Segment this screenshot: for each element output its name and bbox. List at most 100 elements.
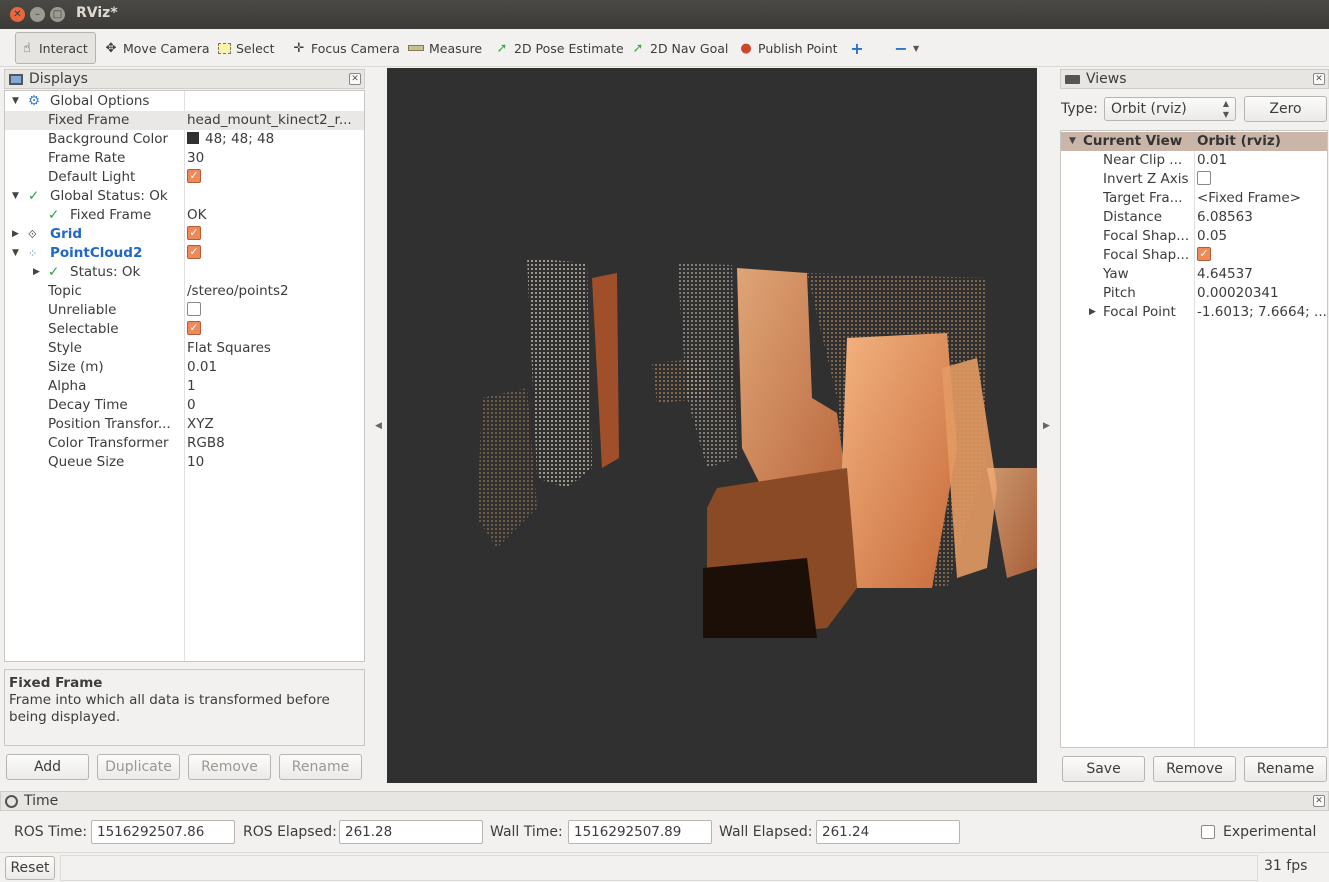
experimental-checkbox[interactable]	[1201, 825, 1215, 839]
select-tool-button[interactable]: Select	[214, 32, 279, 64]
zero-button[interactable]: Zero	[1244, 96, 1327, 122]
unreliable-checkbox[interactable]	[187, 302, 201, 316]
add-display-button[interactable]: Add	[6, 754, 89, 780]
tree-row-background-color[interactable]: Background Color 48; 48; 48	[5, 130, 364, 149]
wall-elapsed-label: Wall Elapsed:	[719, 824, 813, 840]
expand-arrow-icon[interactable]: ▼	[12, 92, 19, 111]
tree-row-global-status[interactable]: ▼ ✓ Global Status: Ok	[5, 187, 364, 206]
grid-enabled-checkbox[interactable]: ✓	[187, 226, 201, 240]
selectable-checkbox[interactable]: ✓	[187, 321, 201, 335]
check-icon: ✓	[48, 264, 60, 280]
window-close-button[interactable]: ✕	[10, 7, 25, 22]
expand-arrow-icon[interactable]: ▼	[12, 187, 19, 206]
tree-row-pitch[interactable]: Pitch 0.00020341	[1061, 284, 1327, 303]
wall-elapsed-field[interactable]: 261.24	[816, 820, 960, 844]
pointcloud-icon: ⁘	[28, 247, 38, 260]
window-minimize-button[interactable]: –	[30, 7, 45, 22]
collapse-left-icon[interactable]: ◀	[375, 421, 382, 431]
nav-goal-tool-button[interactable]: ➚ 2D Nav Goal	[627, 32, 732, 64]
status-message-area	[60, 855, 1258, 881]
duplicate-display-button[interactable]: Duplicate	[97, 754, 180, 780]
hand-pointer-icon: ☝	[23, 40, 31, 56]
tree-row-target-frame[interactable]: Target Fra... <Fixed Frame>	[1061, 189, 1327, 208]
rename-display-button[interactable]: Rename	[279, 754, 362, 780]
view-type-select[interactable]: Orbit (rviz) ▲ ▼	[1104, 97, 1236, 121]
tree-row-selectable[interactable]: Selectable ✓	[5, 320, 364, 339]
tree-row-fixed-frame-status[interactable]: ✓ Fixed Frame OK	[5, 206, 364, 225]
description-title: Fixed Frame	[9, 675, 103, 691]
rename-view-button[interactable]: Rename	[1244, 756, 1327, 782]
check-icon: ✓	[48, 207, 60, 223]
window-maximize-button[interactable]: □	[50, 7, 65, 22]
toolbar: ☝ Interact ✥ Move Camera Select ✛ Focus …	[0, 29, 1329, 67]
move-camera-tool-button[interactable]: ✥ Move Camera	[100, 32, 214, 64]
tree-row-focal-shape-size[interactable]: Focal Shap... 0.05	[1061, 227, 1327, 246]
minus-icon: −	[894, 38, 908, 58]
tree-row-invert-z[interactable]: Invert Z Axis	[1061, 170, 1327, 189]
save-view-button[interactable]: Save	[1062, 756, 1145, 782]
views-panel-header: Views ✕	[1060, 69, 1329, 89]
expand-arrow-icon[interactable]: ▼	[12, 244, 19, 263]
interact-tool-button[interactable]: ☝ Interact	[15, 32, 96, 64]
focal-shape-fixed-checkbox[interactable]: ✓	[1197, 247, 1211, 261]
remove-view-button[interactable]: Remove	[1153, 756, 1236, 782]
tree-row-near-clip[interactable]: Near Clip ... 0.01	[1061, 151, 1327, 170]
tree-row-fixed-frame[interactable]: Fixed Frame head_mount_kinect2_r...	[5, 111, 364, 130]
move-arrows-icon: ✥	[105, 40, 117, 56]
tree-row-decay-time[interactable]: Decay Time 0	[5, 396, 364, 415]
tree-row-global-options[interactable]: ▼ ⚙ Global Options	[5, 92, 364, 111]
views-tree[interactable]: ▼ Current View Orbit (rviz) Near Clip ..…	[1060, 130, 1328, 748]
collapse-arrow-icon[interactable]: ▶	[1089, 303, 1096, 322]
tree-row-status-ok[interactable]: ▶ ✓ Status: Ok	[5, 263, 364, 282]
collapse-arrow-icon[interactable]: ▶	[12, 225, 19, 244]
tree-row-grid[interactable]: ▶ ⟐ Grid ✓	[5, 225, 364, 244]
background-color-value[interactable]: 48; 48; 48	[187, 130, 363, 149]
tree-row-focal-shape-fixed[interactable]: Focal Shap... ✓	[1061, 246, 1327, 265]
remove-tool-button[interactable]: − ▼	[890, 32, 923, 64]
ros-elapsed-field[interactable]: 261.28	[339, 820, 483, 844]
tree-row-color-transformer[interactable]: Color Transformer RGB8	[5, 434, 364, 453]
property-description: Fixed Frame Frame into which all data is…	[4, 669, 365, 746]
tree-row-yaw[interactable]: Yaw 4.64537	[1061, 265, 1327, 284]
tree-row-current-view[interactable]: ▼ Current View Orbit (rviz)	[1061, 132, 1327, 151]
wall-time-field[interactable]: 1516292507.89	[568, 820, 712, 844]
default-light-checkbox[interactable]: ✓	[187, 169, 201, 183]
tree-row-alpha[interactable]: Alpha 1	[5, 377, 364, 396]
tree-row-default-light[interactable]: Default Light ✓	[5, 168, 364, 187]
invert-z-checkbox[interactable]	[1197, 171, 1211, 185]
ruler-icon	[408, 45, 424, 51]
gear-icon: ⚙	[28, 93, 41, 109]
collapse-right-icon[interactable]: ▶	[1043, 421, 1050, 431]
tree-row-focal-point[interactable]: ▶ Focal Point -1.6013; 7.6664; ...	[1061, 303, 1327, 322]
tree-row-size[interactable]: Size (m) 0.01	[5, 358, 364, 377]
expand-arrow-icon[interactable]: ▼	[1069, 132, 1076, 151]
reset-button[interactable]: Reset	[5, 856, 55, 880]
remove-display-button[interactable]: Remove	[188, 754, 271, 780]
tree-row-style[interactable]: Style Flat Squares	[5, 339, 364, 358]
plus-icon: +	[850, 38, 864, 58]
displays-tree[interactable]: ▼ ⚙ Global Options Fixed Frame head_moun…	[4, 90, 365, 662]
tree-row-frame-rate[interactable]: Frame Rate 30	[5, 149, 364, 168]
tree-row-queue-size[interactable]: Queue Size 10	[5, 453, 364, 472]
ros-time-field[interactable]: 1516292507.86	[91, 820, 235, 844]
add-tool-button[interactable]: +	[846, 32, 868, 64]
tree-row-pointcloud2[interactable]: ▼ ⁘ PointCloud2 ✓	[5, 244, 364, 263]
collapse-arrow-icon[interactable]: ▶	[33, 263, 40, 282]
pose-estimate-tool-button[interactable]: ➚ 2D Pose Estimate	[491, 32, 628, 64]
focus-camera-tool-button[interactable]: ✛ Focus Camera	[288, 32, 404, 64]
close-icon[interactable]: ✕	[1313, 73, 1325, 85]
tree-row-topic[interactable]: Topic /stereo/points2	[5, 282, 364, 301]
map-pin-icon: ●	[740, 40, 752, 56]
point-cloud-render	[477, 258, 1037, 638]
tree-row-unreliable[interactable]: Unreliable	[5, 301, 364, 320]
description-text: Frame into which all data is transformed…	[9, 692, 330, 725]
render-3d-view[interactable]	[387, 68, 1037, 783]
publish-point-tool-button[interactable]: ● Publish Point	[735, 32, 842, 64]
close-icon[interactable]: ✕	[1313, 795, 1325, 807]
fps-counter: 31 fps	[1264, 858, 1308, 874]
close-icon[interactable]: ✕	[349, 73, 361, 85]
measure-tool-button[interactable]: Measure	[404, 32, 486, 64]
tree-row-position-transformer[interactable]: Position Transfor... XYZ	[5, 415, 364, 434]
tree-row-distance[interactable]: Distance 6.08563	[1061, 208, 1327, 227]
pointcloud2-enabled-checkbox[interactable]: ✓	[187, 245, 201, 259]
